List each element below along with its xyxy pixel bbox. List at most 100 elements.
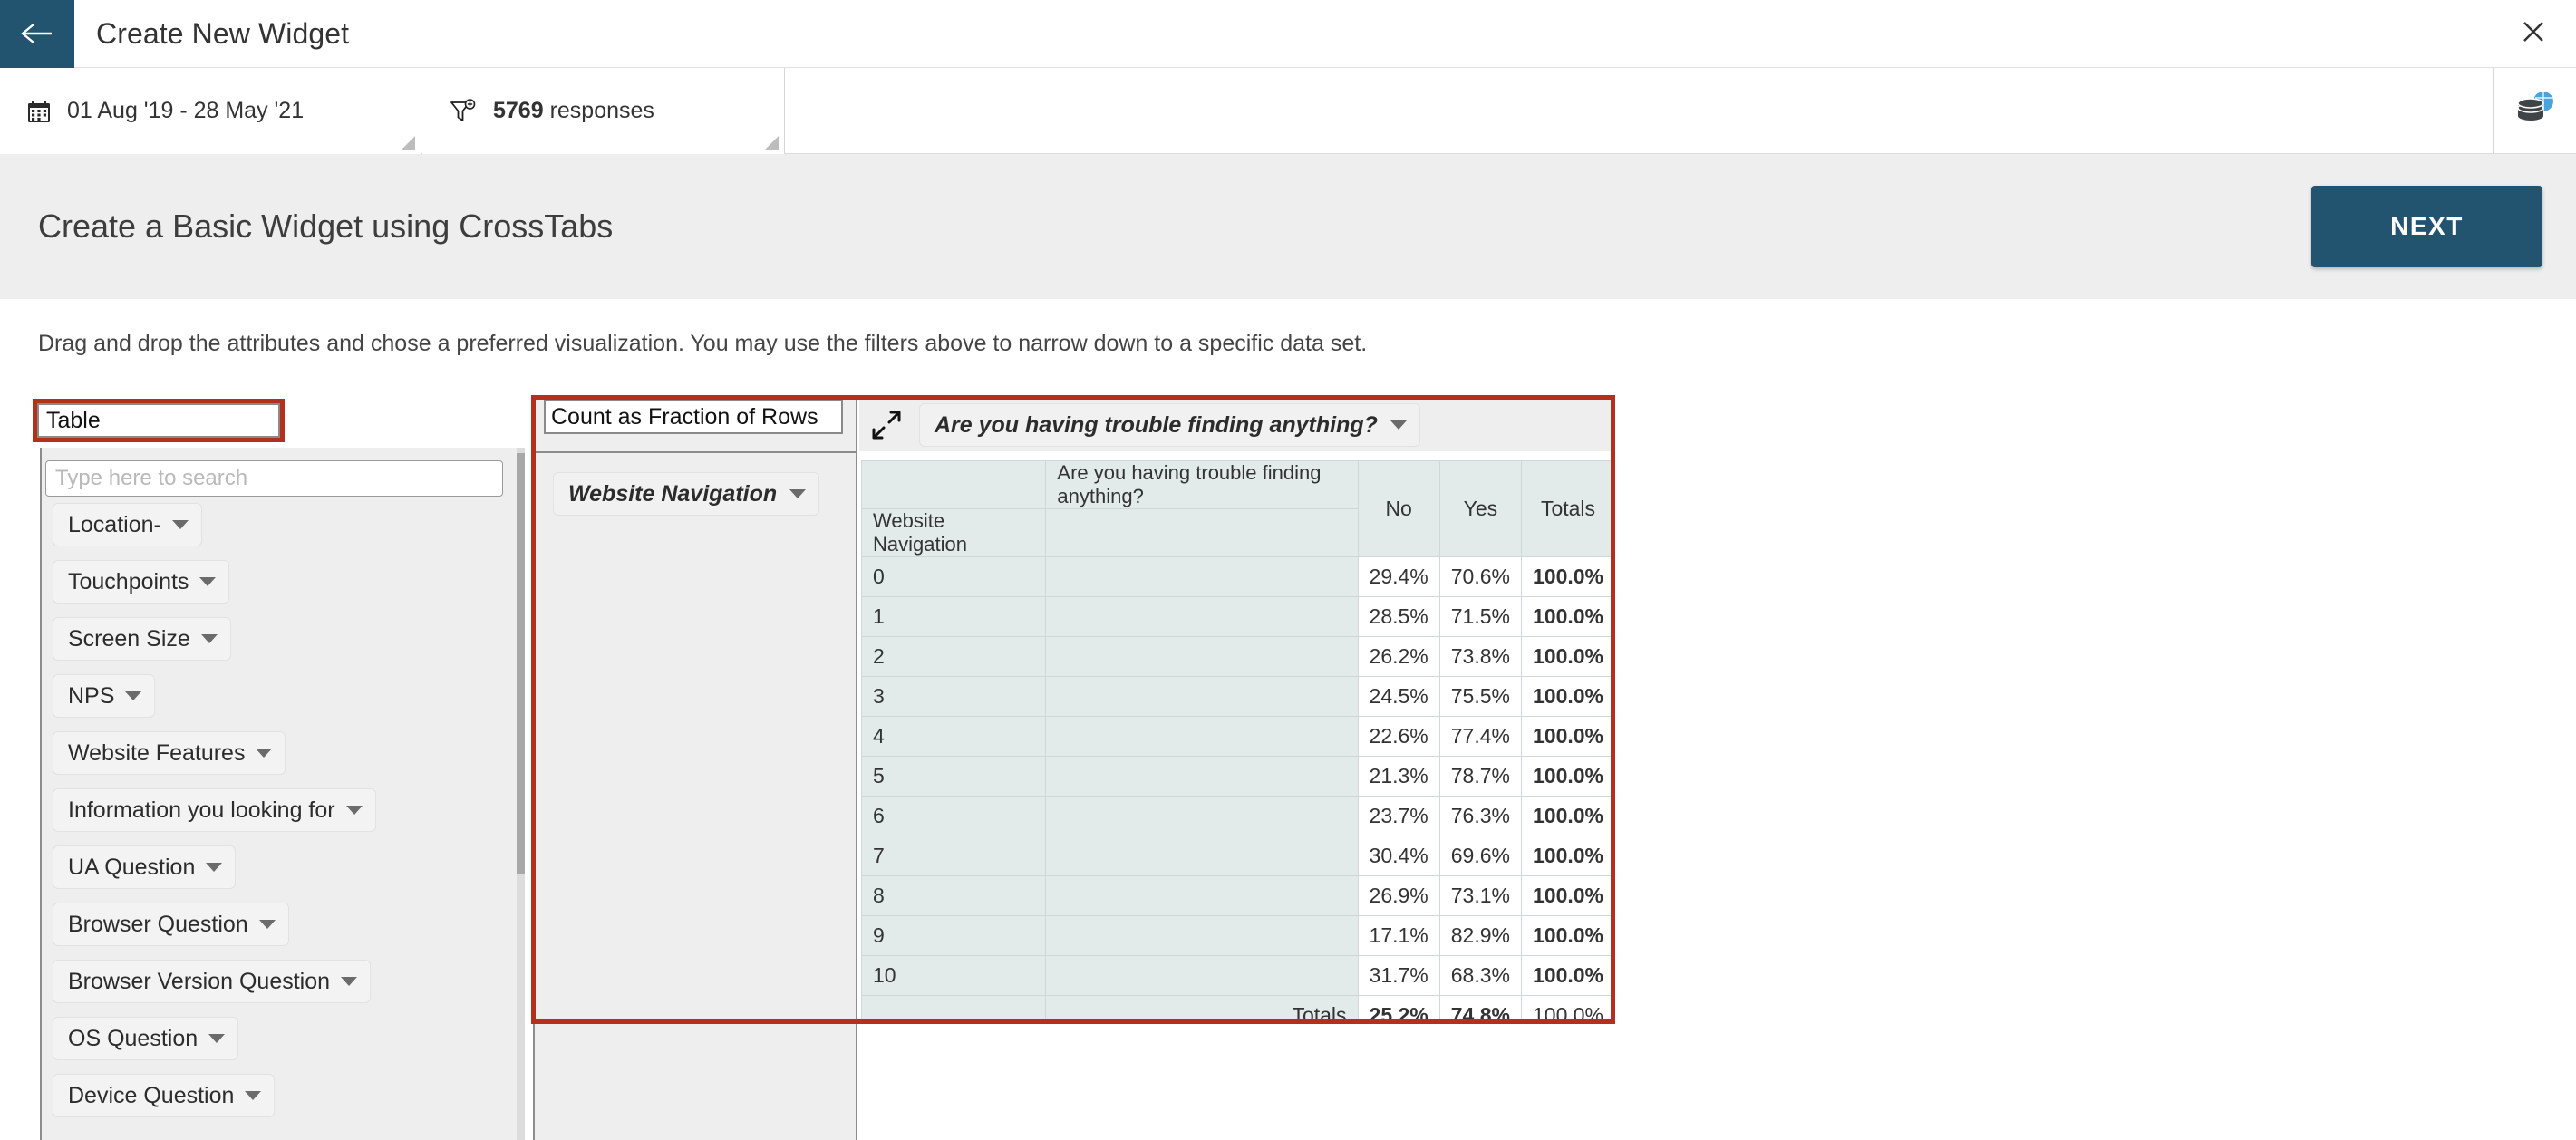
attribute-chip-label: UA Question [68,854,196,880]
chevron-down-icon [125,691,142,700]
responses-word: responses [543,98,654,123]
value-cell-totals: 100.0% [1520,556,1615,597]
value-cell-no: 30.4% [1357,836,1440,876]
columns-drop-zone[interactable]: Are you having trouble finding anything? [859,399,1615,451]
value-cell-yes: 77.4% [1438,716,1522,757]
value-cell-no: 21.3% [1357,756,1440,797]
table-body: 0 29.4% 70.6% 100.0% 1 28.5% 71.5% 100.0% 2 26.2%… [860,556,1615,1022]
database-globe-icon [2513,89,2559,133]
attribute-chip[interactable]: Touchpoints [53,560,230,604]
totals-label-cell: Totals [1045,995,1359,1022]
row-label-cell: 2 [860,636,1047,677]
chevron-down-icon [256,749,273,758]
responses-label: 5769 responses [493,98,654,124]
chevron-down-icon [171,520,189,529]
attribute-chip[interactable]: Location- [53,503,202,546]
column-header-totals: Totals [1520,460,1615,557]
row-label-cell: 8 [860,875,1047,916]
calendar-icon [27,100,51,123]
value-cell-no: 26.2% [1357,636,1440,677]
value-cell-yes: 68.3% [1438,955,1522,996]
value-cell-no: 22.6% [1357,716,1440,757]
attribute-chip[interactable]: Screen Size [53,617,231,661]
column-header-no: No [1357,460,1440,557]
attribute-chip-label: NPS [68,682,115,709]
totals-value-cell: 74.8% [1438,995,1522,1022]
expand-arrows-icon[interactable] [872,411,908,440]
visualization-type-field[interactable]: Table [37,403,280,438]
value-cell-totals: 100.0% [1520,596,1615,637]
widget-heading: Create a Basic Widget using CrossTabs [38,208,614,245]
search-input[interactable] [45,460,503,497]
attribute-chip[interactable]: UA Question [53,845,237,889]
column-header-yes: Yes [1438,460,1522,557]
next-button[interactable]: NEXT [2311,186,2542,267]
attribute-chip[interactable]: Browser Question [53,903,289,946]
responses-filter[interactable]: 5769 responses [422,68,785,154]
attribute-chip-label: Information you looking for [68,797,335,823]
date-range-filter[interactable]: 01 Aug '19 - 28 May '21 [0,68,421,154]
row-spacer-cell [1045,915,1359,956]
attribute-chip[interactable]: Browser Version Question [53,960,372,1003]
value-cell-totals: 100.0% [1520,796,1615,836]
value-cell-totals: 100.0% [1520,676,1615,717]
row-spacer-cell [1045,836,1359,876]
value-cell-no: 28.5% [1357,596,1440,637]
back-button[interactable] [0,0,74,68]
column-attribute-label: Are you having trouble finding anything? [935,411,1378,438]
value-cell-no: 17.1% [1357,915,1440,956]
row-label-cell: 5 [860,756,1047,797]
attribute-chip[interactable]: Information you looking for [53,788,376,832]
chevron-down-icon [1390,420,1407,430]
page-header-strip: Create a Basic Widget using CrossTabs NE… [0,154,2576,299]
chevron-down-icon [199,577,217,586]
value-cell-no: 31.7% [1357,955,1440,996]
row-spacer-cell [1045,756,1359,797]
header-blank-cell [1045,508,1359,557]
table-row: 8 26.9% 73.1% 100.0% [860,875,1615,916]
chevron-down-icon [258,920,276,929]
top-bar: Create New Widget [0,0,2576,68]
row-spacer-cell [1045,556,1359,597]
table-row: 10 31.7% 68.3% 100.0% [860,955,1615,996]
data-source-button[interactable] [2493,68,2576,154]
row-spacer-cell [1045,875,1359,916]
measure-field[interactable]: Count as Fraction of Rows [544,400,843,434]
value-cell-yes: 73.8% [1438,636,1522,677]
totals-blank-cell [860,995,1047,1022]
row-spacer-cell [1045,955,1359,996]
table-row: 2 26.2% 73.8% 100.0% [860,636,1615,677]
row-label-cell: 4 [860,716,1047,757]
attribute-scrollbar-thumb[interactable] [517,453,525,874]
attribute-chip[interactable]: Website Features [53,731,286,775]
value-cell-yes: 78.7% [1438,756,1522,797]
table-totals-row: Totals 25.2% 74.8% 100.0% [860,995,1615,1022]
table-row: 3 24.5% 75.5% 100.0% [860,676,1615,717]
attribute-chip[interactable]: OS Question [53,1017,239,1060]
close-icon [2520,18,2547,50]
row-label-cell: 7 [860,836,1047,876]
row-attribute-chip[interactable]: Website Navigation [553,472,820,516]
instruction-text: Drag and drop the attributes and chose a… [38,331,1368,356]
attribute-chip-label: Location- [68,511,161,537]
chevron-down-icon [245,1091,262,1100]
close-button[interactable] [2518,18,2549,49]
table-row: 1 28.5% 71.5% 100.0% [860,596,1615,637]
table-row: 6 23.7% 76.3% 100.0% [860,796,1615,836]
attribute-chip[interactable]: NPS [53,674,156,718]
attribute-chip-label: Touchpoints [68,568,189,594]
value-cell-no: 29.4% [1357,556,1440,597]
chevron-down-icon [206,863,223,872]
attribute-chip[interactable]: Device Question [53,1074,276,1117]
chevron-down-icon [200,634,218,643]
row-spacer-cell [1045,636,1359,677]
table-row: 4 22.6% 77.4% 100.0% [860,716,1615,757]
value-cell-totals: 100.0% [1520,756,1615,797]
value-cell-totals: 100.0% [1520,836,1615,876]
row-label-cell: 10 [860,955,1047,996]
value-cell-no: 26.9% [1357,875,1440,916]
column-attribute-chip[interactable]: Are you having trouble finding anything? [919,403,1420,447]
value-cell-yes: 69.6% [1438,836,1522,876]
row-header-label: Website Navigation [860,508,1047,557]
value-cell-no: 23.7% [1357,796,1440,836]
